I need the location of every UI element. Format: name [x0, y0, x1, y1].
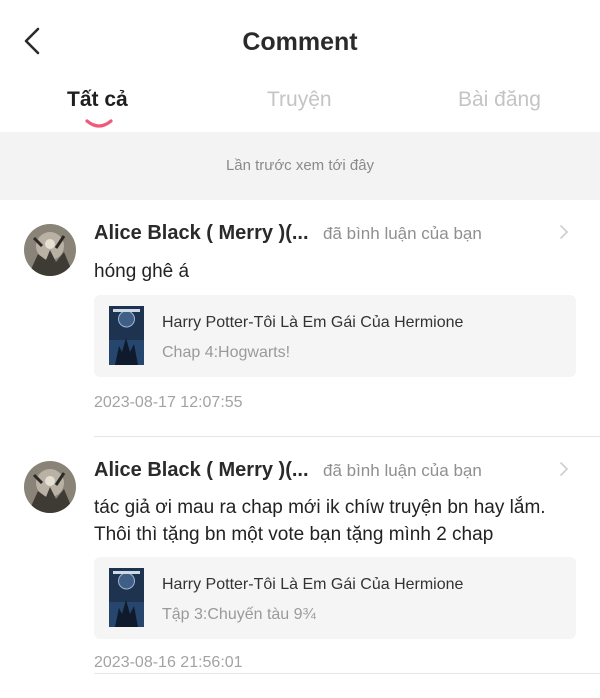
comment-timestamp: 2023-08-16 21:56:01: [94, 654, 243, 671]
tab-stories[interactable]: Truyện: [267, 88, 332, 112]
story-card[interactable]: Harry Potter-Tôi Là Em Gái Của Hermione …: [94, 557, 576, 639]
story-cover-image: [109, 568, 144, 627]
story-title: Harry Potter-Tôi Là Em Gái Của Hermione: [162, 314, 464, 331]
last-viewed-banner: Lần trước xem tới đây: [0, 132, 600, 200]
story-chapter: Tập 3:Chuyến tàu 9¾: [162, 606, 316, 623]
story-chapter: Chap 4:Hogwarts!: [162, 344, 291, 361]
avatar[interactable]: [24, 461, 76, 513]
tab-posts[interactable]: Bài đăng: [458, 88, 541, 112]
comment-action-text: đã bình luận của bạn: [323, 461, 482, 480]
avatar[interactable]: [24, 224, 76, 276]
comment-action-text: đã bình luận của bạn: [323, 224, 482, 243]
chevron-right-icon[interactable]: [557, 222, 571, 242]
active-tab-indicator: [85, 119, 113, 128]
story-cover-image: [109, 306, 144, 365]
app-header: Comment: [0, 0, 600, 86]
story-card[interactable]: Harry Potter-Tôi Là Em Gái Của Hermione …: [94, 295, 576, 377]
comment-username[interactable]: Alice Black ( Merry )(...: [94, 459, 309, 482]
comment-item[interactable]: Alice Black ( Merry )(... đã bình luận c…: [0, 200, 600, 437]
story-title: Harry Potter-Tôi Là Em Gái Của Hermione: [162, 576, 464, 593]
comment-username[interactable]: Alice Black ( Merry )(...: [94, 222, 309, 245]
chevron-right-icon[interactable]: [557, 459, 571, 479]
divider: [94, 673, 600, 674]
comment-item[interactable]: Alice Black ( Merry )(... đã bình luận c…: [0, 437, 600, 698]
comment-timestamp: 2023-08-17 12:07:55: [94, 394, 243, 411]
comment-text: tác giả ơi mau ra chap mới ik chíw truyệ…: [94, 497, 546, 545]
comment-text: hóng ghê á: [94, 261, 190, 282]
tab-all[interactable]: Tất cả: [67, 88, 128, 112]
page-title: Comment: [242, 28, 358, 56]
